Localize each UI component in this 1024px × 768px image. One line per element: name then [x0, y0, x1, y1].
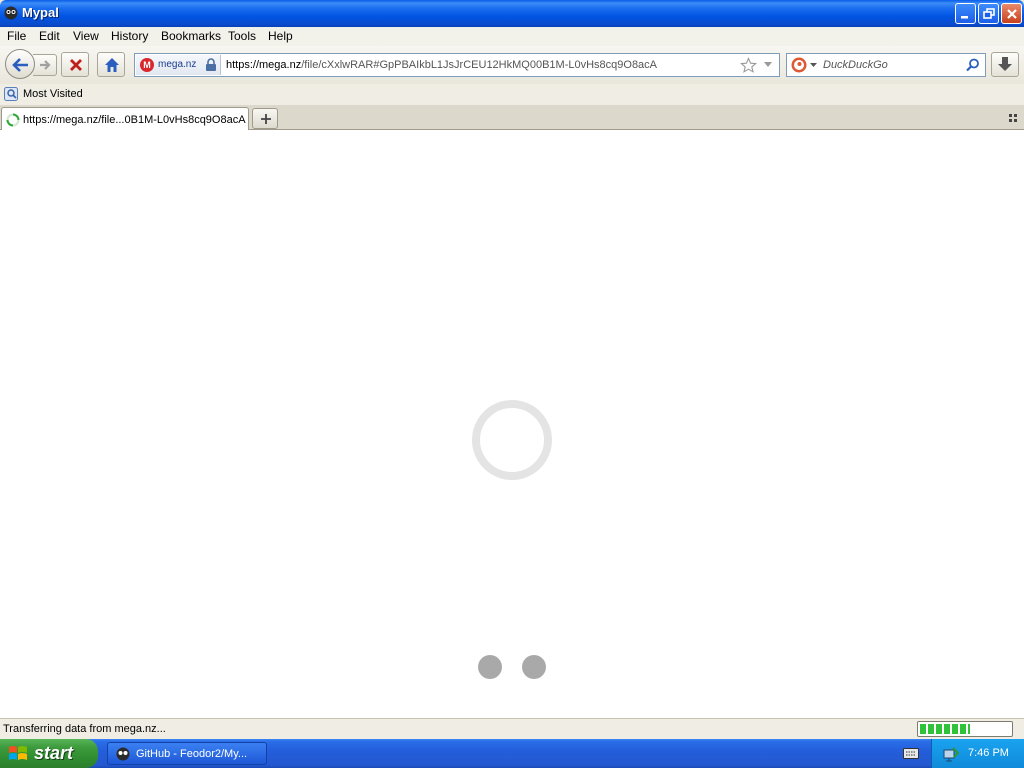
loading-dot-left: [478, 655, 502, 679]
close-window-button[interactable]: [1001, 3, 1022, 24]
forward-arrow-icon: [40, 60, 51, 70]
restore-button[interactable]: [978, 3, 999, 24]
mega-site-icon: M: [140, 58, 154, 72]
taskbar-clock[interactable]: 7:46 PM: [968, 747, 1009, 759]
loading-spinner: [472, 400, 552, 480]
most-visited-link[interactable]: Most Visited: [23, 88, 83, 100]
tab-mega-file[interactable]: https://mega.nz/file...0B1M-L0vHs8cq9O8a…: [1, 107, 249, 131]
back-button[interactable]: [5, 49, 35, 79]
start-label: start: [34, 743, 74, 763]
new-tab-button[interactable]: [252, 108, 278, 129]
tab-loading-spinner-icon: [6, 113, 20, 127]
search-placeholder: DuckDuckGo: [823, 59, 888, 71]
tab-label: https://mega.nz/file...0B1M-L0vHs8cq9O8a…: [23, 114, 246, 126]
search-magnifier-icon[interactable]: [966, 58, 980, 72]
url-path: /file/cXxlwRAR#GpPBAIkbL1JsJrCEU12HkMQ00…: [301, 59, 658, 71]
page-load-progress: [917, 721, 1013, 737]
minimize-button[interactable]: [955, 3, 976, 24]
identity-site-label: mega.nz: [158, 59, 197, 70]
start-button[interactable]: start: [0, 739, 98, 768]
site-identity-button[interactable]: M mega.nz: [136, 55, 221, 75]
windows-flag-icon: [9, 746, 27, 760]
duckduckgo-engine-icon[interactable]: [791, 57, 807, 73]
restore-icon: [983, 8, 995, 19]
keyboard-language-icon[interactable]: [903, 746, 919, 760]
title-bar[interactable]: Mypal: [0, 0, 1024, 27]
windows-taskbar: start GitHub - Feodor2/My... 7:46 PM: [0, 739, 1024, 768]
url-host: https://mega.nz: [226, 59, 302, 71]
most-visited-folder-icon: [4, 87, 18, 101]
taskbar-item-label: GitHub - Feodor2/My...: [136, 748, 248, 760]
system-tray: 7:46 PM: [931, 739, 1024, 768]
home-icon: [105, 58, 119, 72]
bookmarks-toolbar: Most Visited: [0, 84, 1024, 105]
lock-icon: [206, 58, 216, 71]
stop-button[interactable]: [61, 52, 89, 77]
loading-dot-right: [522, 655, 546, 679]
minimize-icon: [961, 16, 968, 19]
menu-help[interactable]: Help: [268, 29, 293, 43]
engine-dropdown-icon[interactable]: [810, 63, 817, 68]
status-text: Transferring data from mega.nz...: [3, 723, 166, 735]
menu-tools[interactable]: Tools: [228, 29, 256, 43]
window-title: Mypal: [22, 5, 59, 20]
url-dropdown-icon[interactable]: [763, 61, 773, 69]
status-bar: Transferring data from mega.nz...: [0, 718, 1024, 739]
mypal-app-icon: [4, 6, 18, 20]
menu-file[interactable]: File: [7, 29, 26, 43]
menu-bookmarks[interactable]: Bookmarks: [161, 29, 221, 43]
menu-history[interactable]: History: [111, 29, 148, 43]
home-button[interactable]: [97, 52, 125, 77]
url-text[interactable]: https://mega.nz/file/cXxlwRAR#GpPBAIkbL1…: [226, 59, 657, 71]
page-content: [0, 130, 1024, 718]
plus-icon: [261, 114, 271, 124]
download-arrow-icon: [998, 57, 1012, 71]
mypal-taskbar-icon: [116, 747, 130, 761]
search-bar[interactable]: DuckDuckGo: [786, 53, 986, 77]
back-arrow-icon: [12, 58, 28, 72]
network-tray-icon[interactable]: [943, 746, 959, 762]
menu-view[interactable]: View: [73, 29, 99, 43]
address-bar[interactable]: M mega.nz https://mega.nz/file/cXxlwRAR#…: [134, 53, 780, 77]
forward-button[interactable]: [33, 54, 57, 76]
taskbar-item-mypal[interactable]: GitHub - Feodor2/My...: [107, 742, 267, 765]
menu-bar: File Edit View History Bookmarks Tools H…: [0, 27, 1024, 46]
downloads-button[interactable]: [991, 52, 1019, 77]
stop-x-icon: [70, 59, 82, 71]
tab-strip: https://mega.nz/file...0B1M-L0vHs8cq9O8a…: [0, 105, 1024, 131]
menu-edit[interactable]: Edit: [39, 29, 60, 43]
list-all-tabs-icon[interactable]: [1009, 114, 1019, 122]
progress-fill: [920, 724, 970, 734]
navigation-toolbar: M mega.nz https://mega.nz/file/cXxlwRAR#…: [0, 46, 1024, 84]
close-icon: [1007, 9, 1017, 19]
bookmark-star-icon[interactable]: [740, 57, 757, 74]
